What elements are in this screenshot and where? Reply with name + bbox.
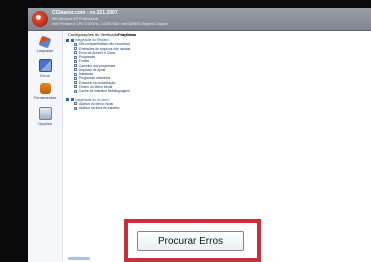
progress-column-header: Progresso bbox=[118, 32, 137, 37]
item-checkbox[interactable] bbox=[74, 102, 77, 106]
scan-options-tree: Integridade do Registro Dlls compartilhad… bbox=[66, 38, 226, 110]
item-checkbox[interactable] bbox=[74, 64, 77, 68]
registry-cubes-icon bbox=[38, 59, 52, 72]
tree-item-label: Atalhos na área de trabalho bbox=[79, 106, 120, 110]
sidebar-item-label: Erros bbox=[40, 73, 50, 78]
item-checkbox[interactable] bbox=[74, 76, 77, 80]
sidebar-item-label: Opções bbox=[38, 121, 52, 126]
footer-link[interactable] bbox=[68, 257, 90, 260]
options-icon bbox=[38, 107, 52, 120]
group-icon bbox=[71, 98, 74, 102]
system-info-os: MS Windows XP Professional bbox=[52, 17, 99, 21]
sidebar: Limpador Erros Ferramentas Opções bbox=[28, 31, 63, 262]
item-checkbox[interactable] bbox=[74, 72, 77, 76]
sidebar-item-tools[interactable]: Ferramentas bbox=[28, 83, 62, 103]
broom-icon bbox=[38, 35, 52, 49]
item-checkbox[interactable] bbox=[74, 55, 77, 59]
item-checkbox[interactable] bbox=[74, 89, 77, 93]
item-checkbox[interactable] bbox=[74, 106, 77, 110]
screen-frame: CCleaner.com - vs.321.2007 MS Windows XP… bbox=[0, 0, 371, 262]
item-checkbox[interactable] bbox=[74, 51, 77, 55]
item-checkbox[interactable] bbox=[74, 81, 77, 85]
app-header: CCleaner.com - vs.321.2007 MS Windows XP… bbox=[28, 8, 371, 31]
group-icon bbox=[71, 38, 74, 42]
scan-for-issues-button[interactable]: Procurar Erros bbox=[137, 231, 244, 251]
app-title: CCleaner.com - vs.321.2007 bbox=[52, 10, 118, 16]
item-checkbox[interactable] bbox=[74, 59, 77, 63]
item-checkbox[interactable] bbox=[74, 68, 77, 72]
item-checkbox[interactable] bbox=[74, 42, 77, 46]
item-checkbox[interactable] bbox=[74, 47, 77, 51]
tree-item: Atalhos na área de trabalho bbox=[66, 106, 226, 110]
item-checkbox[interactable] bbox=[74, 85, 77, 89]
sidebar-item-label: Limpador bbox=[36, 48, 54, 53]
sidebar-item-label: Ferramentas bbox=[33, 95, 57, 100]
group-checkbox[interactable] bbox=[66, 38, 69, 42]
system-info-hardware: Intel Pentium 4 CPU 3.00GHz, 1.0GB RAM, … bbox=[52, 22, 168, 26]
toolbox-icon bbox=[39, 83, 51, 94]
group-checkbox[interactable] bbox=[66, 98, 69, 102]
sidebar-item-issues[interactable]: Erros bbox=[28, 59, 62, 79]
sidebar-item-cleaner[interactable]: Limpador bbox=[28, 35, 62, 57]
sidebar-item-options[interactable]: Opções bbox=[28, 107, 62, 127]
app-logo-icon bbox=[32, 11, 48, 27]
